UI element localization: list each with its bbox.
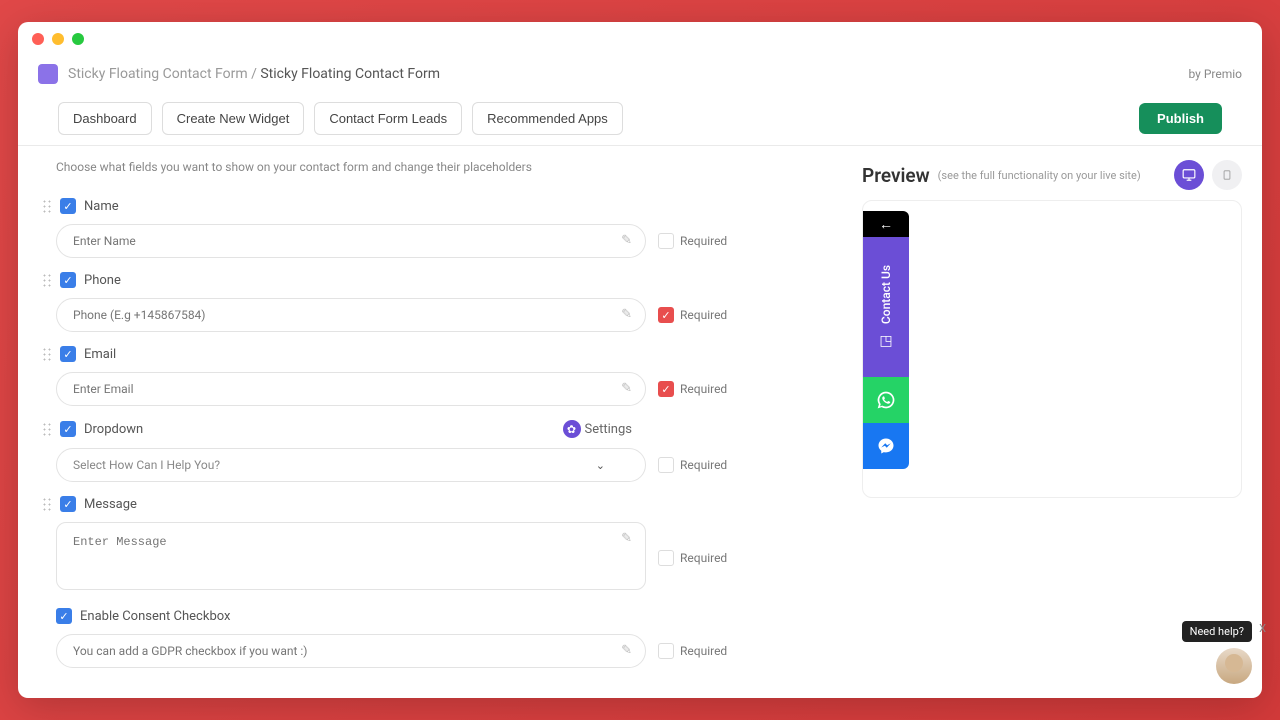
field-dropdown: ✓ Dropdown ✿ Settings Select How Can I H… [56, 420, 824, 482]
breadcrumb-row: Sticky Floating Contact Form / Sticky Fl… [18, 56, 1262, 92]
widget-messenger-button[interactable] [863, 423, 909, 469]
required-label: Required [680, 644, 727, 658]
help-widget: Need help? X [1182, 621, 1252, 684]
drag-handle-icon[interactable] [42, 347, 52, 361]
preview-box: ← Contact Us ◳ [862, 200, 1242, 498]
widget-contact-button[interactable]: Contact Us ◳ [863, 237, 909, 377]
email-label: Email [84, 347, 116, 362]
email-placeholder-input[interactable] [56, 372, 646, 406]
enable-consent-checkbox[interactable]: ✓ [56, 608, 72, 624]
breadcrumb-current: Sticky Floating Contact Form [260, 66, 440, 82]
chevron-down-icon: ⌄ [596, 459, 605, 472]
required-label: Required [680, 458, 727, 472]
widget-whatsapp-button[interactable] [863, 377, 909, 423]
contact-form-icon: ◳ [879, 333, 892, 349]
consent-placeholder-input[interactable] [56, 634, 646, 668]
breadcrumb-parent[interactable]: Sticky Floating Contact Form [68, 66, 248, 82]
field-phone: ✓ Phone ✎ ✓ Required [56, 272, 824, 332]
by-premio-label: by Premio [1188, 67, 1242, 81]
desktop-preview-button[interactable] [1174, 160, 1204, 190]
dropdown-settings-button[interactable]: ✿ Settings [563, 420, 632, 438]
field-email: ✓ Email ✎ ✓ Required [56, 346, 824, 406]
help-text: Need help? [1190, 625, 1244, 638]
edit-icon[interactable]: ✎ [621, 643, 632, 658]
mobile-icon [1222, 168, 1232, 182]
form-fields-pane: Choose what fields you want to show on y… [18, 146, 862, 698]
enable-phone-checkbox[interactable]: ✓ [60, 272, 76, 288]
drag-handle-icon[interactable] [42, 422, 52, 436]
required-label: Required [680, 551, 727, 565]
enable-email-checkbox[interactable]: ✓ [60, 346, 76, 362]
dashboard-button[interactable]: Dashboard [58, 102, 152, 135]
help-avatar[interactable] [1216, 648, 1252, 684]
whatsapp-icon [876, 390, 896, 410]
breadcrumb: Sticky Floating Contact Form / Sticky Fl… [68, 66, 440, 82]
drag-handle-icon[interactable] [42, 273, 52, 287]
edit-icon[interactable]: ✎ [621, 233, 632, 248]
dropdown-label: Dropdown [84, 422, 143, 437]
phone-placeholder-input[interactable] [56, 298, 646, 332]
required-label: Required [680, 234, 727, 248]
preview-pane: Preview (see the full functionality on y… [862, 146, 1262, 698]
preview-subtitle: (see the full functionality on your live… [938, 169, 1141, 182]
recommended-apps-button[interactable]: Recommended Apps [472, 102, 623, 135]
email-required-checkbox[interactable]: ✓ [658, 381, 674, 397]
enable-dropdown-checkbox[interactable]: ✓ [60, 421, 76, 437]
settings-label: Settings [585, 422, 632, 437]
drag-handle-icon[interactable] [42, 497, 52, 511]
help-bubble[interactable]: Need help? X [1182, 621, 1252, 642]
publish-button[interactable]: Publish [1139, 103, 1222, 134]
name-required-checkbox[interactable] [658, 233, 674, 249]
widget-back-button[interactable]: ← [863, 211, 909, 237]
message-placeholder-input[interactable] [56, 522, 646, 590]
app-icon [38, 64, 58, 84]
app-window: Sticky Floating Contact Form / Sticky Fl… [18, 22, 1262, 698]
consent-required-checkbox[interactable] [658, 643, 674, 659]
window-minimize-icon[interactable] [52, 33, 64, 45]
edit-icon[interactable]: ✎ [621, 307, 632, 322]
content: Choose what fields you want to show on y… [18, 146, 1262, 698]
dropdown-select[interactable]: Select How Can I Help You? ⌄ [56, 448, 646, 482]
nav-row: Dashboard Create New Widget Contact Form… [18, 92, 1262, 146]
consent-label: Enable Consent Checkbox [80, 609, 230, 624]
window-maximize-icon[interactable] [72, 33, 84, 45]
phone-label: Phone [84, 273, 121, 288]
message-required-checkbox[interactable] [658, 550, 674, 566]
floating-widget: ← Contact Us ◳ [863, 211, 909, 469]
window-close-icon[interactable] [32, 33, 44, 45]
create-widget-button[interactable]: Create New Widget [162, 102, 305, 135]
preview-title: Preview [862, 164, 930, 187]
dropdown-required-checkbox[interactable] [658, 457, 674, 473]
gear-icon: ✿ [563, 420, 581, 438]
required-label: Required [680, 382, 727, 396]
contact-leads-button[interactable]: Contact Form Leads [314, 102, 462, 135]
name-label: Name [84, 199, 119, 214]
phone-required-checkbox[interactable]: ✓ [658, 307, 674, 323]
field-message: ✓ Message ✎ Required [56, 496, 824, 594]
enable-message-checkbox[interactable]: ✓ [60, 496, 76, 512]
desktop-icon [1182, 168, 1196, 182]
help-close-icon[interactable]: X [1259, 622, 1266, 635]
dropdown-selected-value: Select How Can I Help You? [73, 458, 220, 472]
name-placeholder-input[interactable] [56, 224, 646, 258]
instruction-text: Choose what fields you want to show on y… [56, 160, 824, 174]
field-name: ✓ Name ✎ Required [56, 198, 824, 258]
field-consent: ✓ Enable Consent Checkbox ✎ Required [56, 608, 824, 668]
enable-name-checkbox[interactable]: ✓ [60, 198, 76, 214]
drag-handle-icon[interactable] [42, 199, 52, 213]
edit-icon[interactable]: ✎ [621, 531, 632, 546]
contact-us-label: Contact Us [879, 265, 893, 324]
messenger-icon [877, 437, 895, 455]
required-label: Required [680, 308, 727, 322]
mobile-preview-button[interactable] [1212, 160, 1242, 190]
edit-icon[interactable]: ✎ [621, 381, 632, 396]
titlebar [18, 22, 1262, 56]
message-label: Message [84, 497, 137, 512]
